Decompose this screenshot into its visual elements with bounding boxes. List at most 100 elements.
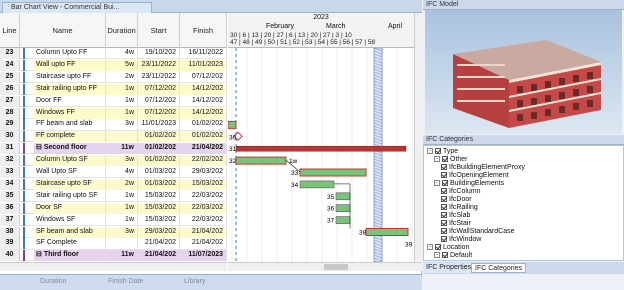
row-finish[interactable]: 21/04/202 [180, 226, 227, 238]
row-duration[interactable]: 2w [106, 178, 138, 190]
row-start[interactable]: 01/02/202 [138, 143, 180, 155]
checkbox-checked-icon[interactable] [441, 172, 447, 179]
table-row[interactable]: 24 Wall upto FF 5w 23/11/2022 11/01/2023 [0, 59, 227, 72]
row-duration[interactable]: 1w [106, 95, 138, 107]
row-name[interactable]: Staircase upto SF [34, 178, 106, 190]
row-duration[interactable]: 4w [106, 167, 138, 178]
table-row[interactable]: 37 Windows SF 1w 15/03/202 22/03/202 [0, 214, 227, 226]
row-duration[interactable]: 11w [106, 250, 138, 262]
row-finish[interactable]: 07/12/202 [180, 71, 227, 83]
row-start[interactable]: 01/03/202 [138, 178, 180, 190]
library-dropdown[interactable]: Library [184, 278, 205, 285]
tree-expander-icon[interactable]: - [434, 180, 440, 187]
grid-horizontal-scrollbar[interactable] [0, 262, 227, 271]
tree-item[interactable]: - Other [434, 156, 468, 164]
row-finish[interactable]: 29/03/202 [180, 167, 227, 178]
collapse-icon[interactable]: ⊟ [36, 144, 44, 151]
row-finish[interactable]: 22/03/202 [180, 202, 227, 214]
tree-item[interactable]: IfcWindow [441, 236, 481, 244]
checkbox-checked-icon[interactable] [441, 204, 447, 211]
row-start[interactable]: 15/03/202 [138, 214, 180, 226]
row-name[interactable]: Door FF [34, 95, 106, 107]
row-start[interactable]: 15/03/202 [138, 202, 180, 214]
row-name[interactable]: FF complete [34, 131, 106, 143]
row-finish[interactable]: 21/04/202 [180, 238, 227, 250]
row-finish[interactable]: 16/11/2022 [180, 48, 227, 59]
row-finish[interactable]: 22/03/202 [180, 190, 227, 202]
checkbox-checked-icon[interactable] [441, 212, 447, 219]
row-start[interactable]: 23/11/2022 [138, 71, 180, 83]
finish-date-dropdown[interactable]: Finish Date [108, 278, 143, 285]
row-duration[interactable] [106, 238, 138, 250]
checkbox-checked-icon[interactable] [441, 196, 447, 203]
checkbox-checked-icon[interactable] [441, 236, 447, 243]
table-row[interactable]: 33 Wall Upto SF 4w 01/03/202 29/03/202 [0, 167, 227, 179]
table-row[interactable]: 29 FF beam and slab 3w 11/01/2023 01/02/202 [0, 119, 227, 131]
row-start[interactable]: 01/02/202 [138, 131, 180, 143]
tree-item[interactable]: - Type [427, 148, 458, 156]
row-finish[interactable]: 11/07/2023 [180, 250, 227, 262]
table-row[interactable]: 23 Column Upto FF 4w 19/10/202 16/11/2022 [0, 48, 227, 60]
row-start[interactable]: 11/01/2023 [138, 119, 180, 131]
scroll-thumb[interactable] [324, 264, 348, 270]
row-duration[interactable]: 3w [106, 155, 138, 167]
row-name[interactable]: FF beam and slab [34, 119, 106, 131]
column-header-line[interactable]: Line [0, 13, 20, 48]
checkbox-checked-icon[interactable] [441, 164, 447, 171]
row-name[interactable]: ⊟ Second floor [34, 143, 106, 155]
duration-dropdown[interactable]: Duration [40, 278, 66, 285]
row-finish[interactable]: 15/03/202 [180, 178, 227, 190]
row-finish[interactable]: 14/12/202 [180, 95, 227, 107]
row-duration[interactable]: 2w [106, 71, 138, 83]
row-name[interactable]: Windows SF [34, 214, 106, 226]
column-header-start[interactable]: Start [138, 13, 180, 48]
row-duration[interactable]: 1w [106, 107, 138, 119]
table-row[interactable]: 30 FF complete 01/02/202 01/02/202 [0, 131, 227, 143]
row-finish[interactable]: 14/12/202 [180, 83, 227, 95]
row-finish[interactable]: 01/02/202 [180, 131, 227, 143]
table-row[interactable]: 32 Column Upto SF 3w 01/02/202 22/02/202 [0, 155, 227, 167]
checkbox-checked-icon[interactable] [442, 156, 448, 163]
tree-item[interactable]: IfcDoor [441, 196, 472, 204]
row-finish[interactable]: 01/02/202 [180, 119, 227, 131]
table-row[interactable]: 35 Stair railing upto SF 1w 15/03/202 22/03/… [0, 190, 227, 202]
row-finish[interactable]: 21/04/202 [180, 143, 227, 155]
tree-expander-icon[interactable]: - [434, 252, 440, 259]
row-finish[interactable]: 14/12/202 [180, 107, 227, 119]
tree-item[interactable]: IfcStair [441, 220, 471, 228]
row-start[interactable]: 07/12/202 [138, 107, 180, 119]
row-start[interactable]: 01/03/202 [138, 167, 180, 178]
row-finish[interactable]: 22/02/202 [180, 155, 227, 167]
tree-item[interactable]: IfcSlab [441, 212, 470, 220]
row-start[interactable]: 29/03/202 [138, 226, 180, 238]
table-row[interactable]: 39 SF Complete 21/04/202 21/04/202 [0, 238, 227, 250]
row-duration[interactable]: 1w [106, 83, 138, 95]
row-start[interactable]: 07/12/202 [138, 95, 180, 107]
row-duration[interactable] [106, 131, 138, 143]
tree-item[interactable]: IfcColumn [441, 188, 481, 196]
row-name[interactable]: SF Complete [34, 238, 106, 250]
table-row[interactable]: 36 Door SF 1w 15/03/202 22/03/202 [0, 202, 227, 214]
row-name[interactable]: Wall upto FF [34, 59, 106, 71]
ifc-3d-viewport[interactable] [425, 10, 622, 134]
row-start[interactable]: 21/04/202 [138, 238, 180, 250]
column-header-finish[interactable]: Finish [180, 13, 227, 48]
tree-item[interactable]: - Location [427, 244, 469, 252]
row-finish[interactable]: 11/01/2023 [180, 59, 227, 71]
tree-item[interactable]: IfcBuildingElementProxy [441, 164, 525, 172]
tree-expander-icon[interactable]: - [434, 156, 440, 163]
tree-item[interactable]: IfcOpeningElement [441, 172, 509, 180]
row-duration[interactable]: 3w [106, 226, 138, 238]
collapse-icon[interactable]: ⊟ [36, 251, 44, 258]
table-row[interactable]: 25 Staircase upto FF 2w 23/11/2022 07/12/202 [0, 71, 227, 83]
row-name[interactable]: Column Upto FF [34, 48, 106, 59]
row-start[interactable]: 15/03/202 [138, 190, 180, 202]
table-row[interactable]: 28 Windows FF 1w 07/12/202 14/12/202 [0, 107, 227, 119]
checkbox-checked-icon[interactable] [442, 252, 448, 259]
row-duration[interactable]: 1w [106, 202, 138, 214]
checkbox-checked-icon[interactable] [441, 220, 447, 227]
tree-expander-icon[interactable]: - [427, 148, 433, 155]
gantt-chart[interactable]: 2023 February March April 30 | 6 | 13 | … [228, 13, 414, 262]
row-duration[interactable]: 3w [106, 119, 138, 131]
tree-item[interactable]: IfcWallStandardCase [441, 228, 515, 236]
